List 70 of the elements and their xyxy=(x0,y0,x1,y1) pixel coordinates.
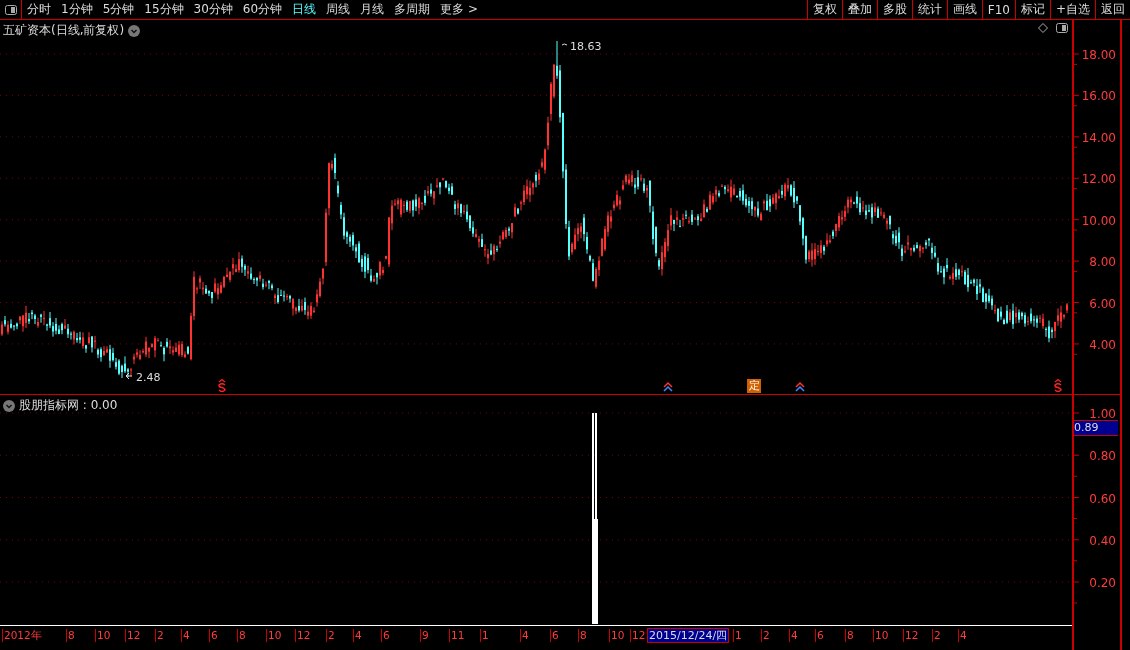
date-label: 2012年 xyxy=(2,629,42,642)
panel-toggle-icon xyxy=(1056,23,1068,33)
period-tab[interactable]: 15分钟 xyxy=(139,0,189,19)
date-label: 2 xyxy=(932,629,941,642)
date-label: 12 xyxy=(295,629,311,642)
high-price-label: 18.63 xyxy=(561,40,602,53)
date-label: 4 xyxy=(789,629,798,642)
period-tab[interactable]: 日线 xyxy=(287,0,322,19)
date-label: 11 xyxy=(449,629,465,642)
price-axis-label: 8.00 xyxy=(1089,255,1116,270)
date-label: 4 xyxy=(353,629,362,642)
date-label: 2 xyxy=(761,629,770,642)
date-label: 1 xyxy=(480,629,489,642)
date-label: 9 xyxy=(420,629,429,642)
date-label: 4 xyxy=(958,629,967,642)
diamond-icon[interactable] xyxy=(1038,23,1048,33)
date-label: 6 xyxy=(550,629,559,642)
date-label: 6 xyxy=(815,629,824,642)
date-label: 8 xyxy=(237,629,246,642)
date-label: 1 xyxy=(733,629,742,642)
date-label: 10 xyxy=(95,629,111,642)
date-label: 10 xyxy=(266,629,282,642)
date-label: 6 xyxy=(381,629,390,642)
date-label: 12 xyxy=(903,629,919,642)
indicator-axis-label: 1.00 xyxy=(1089,407,1116,421)
date-label: 4 xyxy=(520,629,529,642)
period-tab[interactable]: 30分钟 xyxy=(188,0,238,19)
price-axis-label: 12.00 xyxy=(1081,172,1116,187)
price-axis-label: 16.00 xyxy=(1081,89,1116,104)
period-tab[interactable]: 多周期 xyxy=(389,0,436,19)
date-label: 2 xyxy=(326,629,335,642)
signal-badge: 定 xyxy=(747,379,761,393)
period-tab[interactable]: 60分钟 xyxy=(237,0,288,19)
date-label: 8 xyxy=(66,629,75,642)
period-tab[interactable]: 周线 xyxy=(321,0,356,19)
indicator-axis-label: 0.20 xyxy=(1089,576,1116,590)
period-tab[interactable]: 更多 > xyxy=(435,0,483,19)
period-tab[interactable]: 月线 xyxy=(355,0,390,19)
arrow-up-icon xyxy=(795,381,805,392)
indicator-axis-label: 0.80 xyxy=(1089,449,1116,464)
date-label: 10 xyxy=(609,629,625,642)
indicator-title: 股朋指标网 : 0.00 xyxy=(19,397,118,414)
arrow-up-icon xyxy=(663,381,673,392)
chart-title: 五矿资本(日线,前复权) xyxy=(3,22,125,39)
indicator-axis-label: 0.40 xyxy=(1089,533,1116,548)
date-label: 12 xyxy=(125,629,141,642)
period-tab[interactable]: 分时 xyxy=(22,0,56,19)
dropdown-icon[interactable] xyxy=(128,24,141,37)
period-tab[interactable]: 5分钟 xyxy=(97,0,140,19)
dollar-signal-icon xyxy=(1054,378,1062,393)
cursor-value-label: 0.89 xyxy=(1074,420,1118,436)
period-tab[interactable]: 1分钟 xyxy=(56,0,98,19)
cursor-date-label: 2015/12/24/四 xyxy=(647,628,730,643)
date-label: 8 xyxy=(578,629,587,642)
date-label: 6 xyxy=(209,629,218,642)
dropdown-icon[interactable] xyxy=(3,399,15,412)
date-label: 10 xyxy=(873,629,889,642)
date-label: 12 xyxy=(630,629,646,642)
panel-toggle-icon xyxy=(4,4,17,15)
dollar-signal-icon xyxy=(218,378,226,393)
date-label: 8 xyxy=(845,629,854,642)
price-axis-label: 14.00 xyxy=(1081,130,1116,145)
price-axis-label: 18.00 xyxy=(1081,48,1116,62)
price-axis-label: 4.00 xyxy=(1089,337,1116,352)
date-label: 4 xyxy=(181,629,190,642)
low-price-label: 2.48 xyxy=(125,371,161,384)
date-label: 2 xyxy=(155,629,164,642)
indicator-axis-label: 0.60 xyxy=(1089,491,1116,506)
price-axis-label: 10.00 xyxy=(1081,213,1116,228)
price-axis-label: 6.00 xyxy=(1089,296,1116,311)
